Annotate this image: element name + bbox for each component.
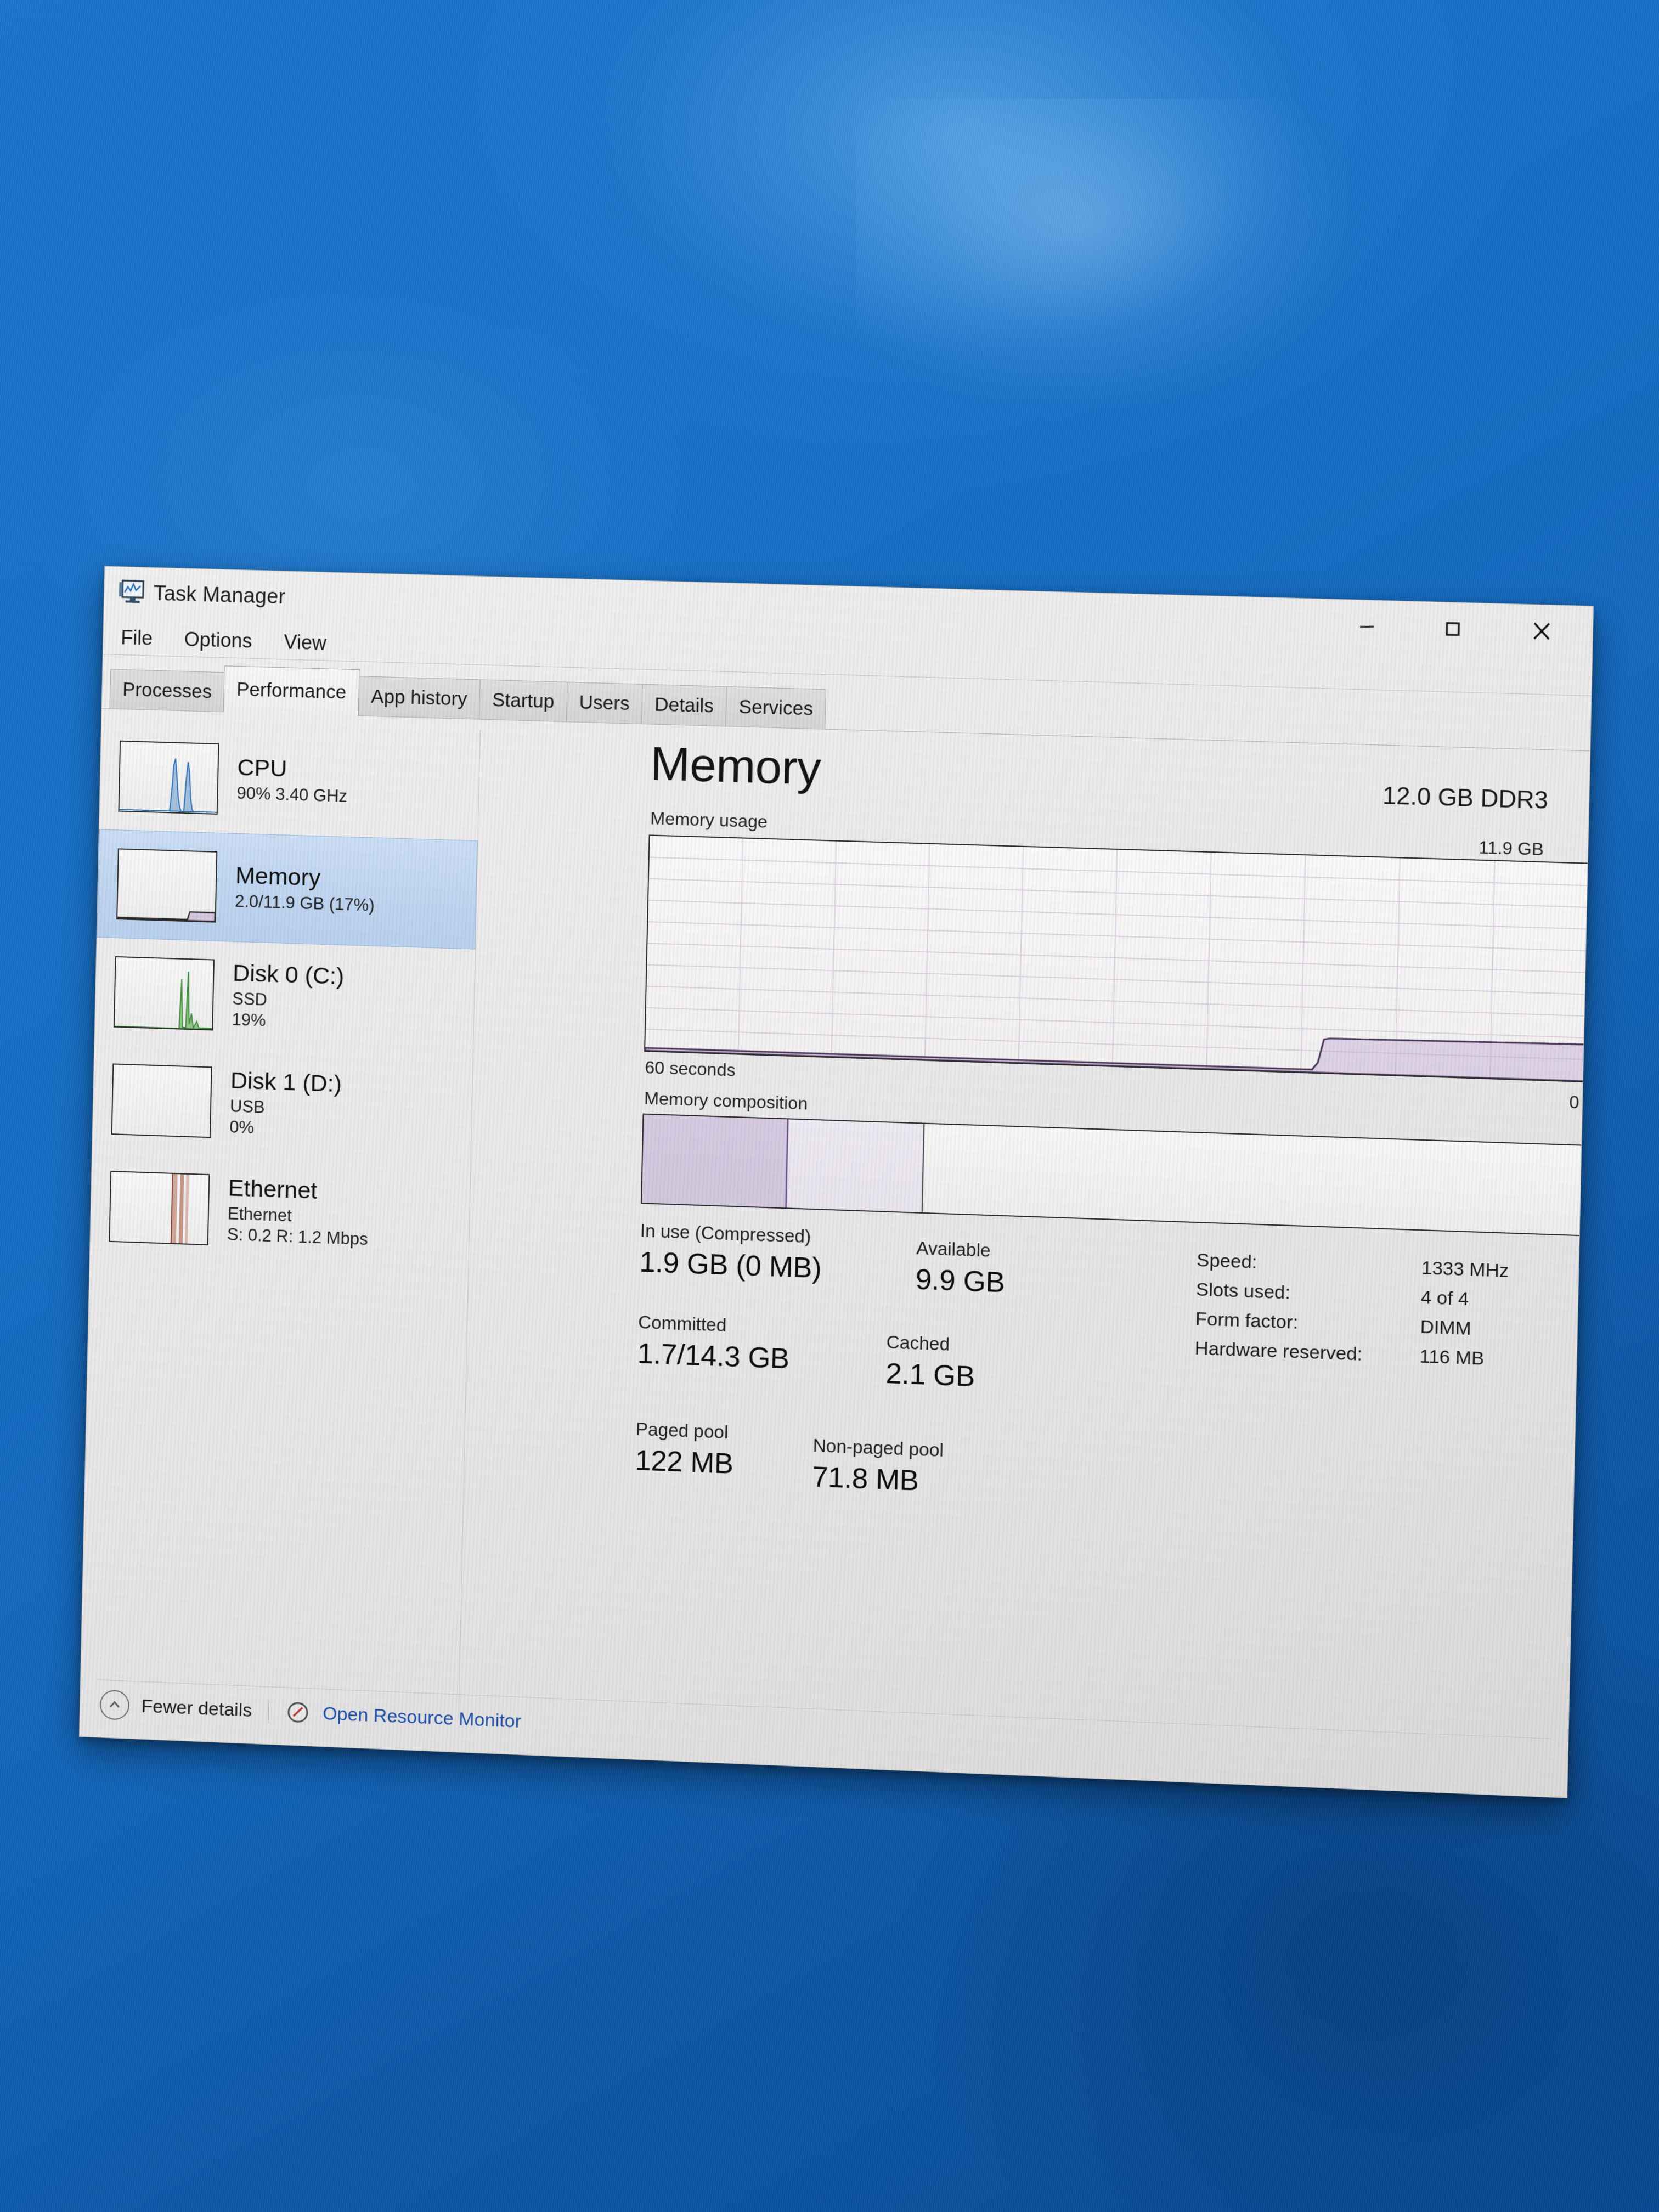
stat-paged-pool-value: 122 MB [635, 1444, 733, 1481]
memory-specs: Speed: 1333 MHz Slots used: 4 of 4 Form … [1194, 1250, 1557, 1380]
close-button[interactable] [1510, 612, 1574, 650]
stat-non-paged-pool-value: 71.8 MB [812, 1460, 943, 1498]
stat-cached: Cached 2.1 GB [885, 1331, 976, 1393]
sidebar-disk1-type: USB [230, 1097, 342, 1120]
stat-available-value: 9.9 GB [915, 1263, 1005, 1299]
maximize-button[interactable] [1420, 610, 1485, 648]
memory-stats: In use (Compressed) 1.9 GB (0 MB) Availa… [640, 1220, 1141, 1238]
tab-app-history[interactable]: App history [358, 676, 480, 719]
stat-committed: Committed 1.7/14.3 GB [637, 1312, 790, 1376]
sidebar-ethernet-rates: S: 0.2 R: 1.2 Mbps [227, 1225, 368, 1249]
task-manager-icon [119, 579, 146, 605]
open-resource-monitor-link[interactable]: Open Resource Monitor [323, 1703, 522, 1733]
sidebar-item-ethernet[interactable]: Ethernet Ethernet S: 0.2 R: 1.2 Mbps [90, 1152, 471, 1273]
sidebar-memory-stats: 2.0/11.9 GB (17%) [235, 892, 375, 916]
memory-composition-label: Memory composition [644, 1088, 808, 1114]
stat-non-paged-pool: Non-paged pool 71.8 MB [812, 1435, 944, 1499]
spec-speed-value: 1333 MHz [1421, 1257, 1509, 1282]
page-title: Memory [650, 737, 821, 797]
graph-time-range: 60 seconds [645, 1057, 736, 1081]
tab-startup[interactable]: Startup [479, 679, 567, 722]
sidebar-disk0-type: SSD [232, 990, 344, 1012]
ethernet-thumbnail-graph [109, 1171, 210, 1245]
sidebar-item-disk-1[interactable]: Disk 1 (D:) USB 0% [92, 1045, 473, 1165]
sidebar-ethernet-name: Ethernet [228, 1177, 369, 1206]
spec-speed-label: Speed: [1197, 1250, 1422, 1279]
minimize-button[interactable] [1335, 607, 1398, 646]
sidebar-ethernet-type: Ethernet [227, 1205, 368, 1229]
sidebar-memory-name: Memory [235, 864, 375, 893]
sidebar-item-cpu[interactable]: CPU 90% 3.40 GHz [99, 722, 480, 840]
spec-slots-value: 4 of 4 [1420, 1287, 1469, 1311]
chevron-up-icon[interactable] [99, 1690, 129, 1720]
spec-slots-label: Slots used: [1196, 1279, 1421, 1308]
stat-available: Available 9.9 GB [915, 1238, 1006, 1300]
memory-capacity: 12.0 GB DDR3 [1383, 782, 1549, 815]
sidebar-cpu-name: CPU [237, 756, 348, 783]
cpu-thumbnail-graph [118, 741, 219, 815]
sidebar-cpu-stats: 90% 3.40 GHz [236, 784, 347, 806]
task-manager-window: Task Manager File Options View Processes… [79, 566, 1594, 1798]
tab-users[interactable]: Users [566, 682, 643, 724]
resource-monitor-icon [285, 1699, 311, 1725]
disk1-thumbnail-graph [111, 1063, 212, 1138]
disk0-thumbnail-graph [114, 956, 215, 1031]
memory-usage-graph[interactable] [644, 834, 1591, 1082]
spec-hardware-reserved-value: 116 MB [1419, 1346, 1485, 1370]
spec-row-speed: Speed: 1333 MHz [1197, 1250, 1558, 1284]
stat-in-use-value: 1.9 GB (0 MB) [639, 1246, 822, 1285]
stat-non-paged-pool-label: Non-paged pool [812, 1435, 944, 1461]
tab-processes[interactable]: Processes [110, 669, 225, 712]
memory-thumbnail-graph [116, 848, 217, 922]
sidebar-disk0-name: Disk 0 (C:) [233, 962, 345, 989]
stat-in-use: In use (Compressed) 1.9 GB (0 MB) [639, 1220, 822, 1285]
memory-usage-max: 11.9 GB [1479, 837, 1544, 860]
tab-performance[interactable]: Performance [223, 665, 359, 716]
sidebar-disk1-name: Disk 1 (D:) [230, 1069, 342, 1097]
menu-options[interactable]: Options [180, 627, 256, 654]
stat-cached-label: Cached [886, 1331, 975, 1356]
resource-sidebar: CPU 90% 3.40 GHz Memory 2.0/11.9 GB (17%… [80, 709, 480, 1752]
fewer-details-button[interactable]: Fewer details [141, 1695, 252, 1721]
memory-detail-panel: Memory 12.0 GB DDR3 Memory usage 11.9 GB [463, 720, 1590, 1798]
sidebar-disk0-usage: 19% [232, 1011, 343, 1033]
sidebar-item-disk-0[interactable]: Disk 0 (C:) SSD 19% [94, 938, 475, 1057]
tab-details[interactable]: Details [641, 684, 727, 727]
sidebar-item-memory[interactable]: Memory 2.0/11.9 GB (17%) [97, 829, 478, 949]
spec-form-factor-value: DIMM [1420, 1316, 1471, 1340]
memory-composition-bar[interactable] [641, 1114, 1585, 1237]
spec-form-factor-label: Form factor: [1195, 1308, 1420, 1338]
menu-file[interactable]: File [117, 625, 156, 651]
memory-usage-label: Memory usage [650, 808, 768, 832]
spec-row-form-factor: Form factor: DIMM [1195, 1308, 1556, 1343]
window-title: Task Manager [153, 582, 285, 609]
stat-committed-label: Committed [638, 1312, 791, 1338]
sidebar-disk1-usage: 0% [229, 1118, 341, 1141]
menu-view[interactable]: View [280, 629, 330, 656]
stat-paged-pool-label: Paged pool [636, 1419, 735, 1443]
stat-paged-pool: Paged pool 122 MB [635, 1419, 734, 1481]
graph-zero-label: 0 [1569, 1092, 1579, 1113]
stat-committed-value: 1.7/14.3 GB [637, 1337, 789, 1375]
spec-row-hardware-reserved: Hardware reserved: 116 MB [1194, 1338, 1555, 1372]
stat-available-label: Available [916, 1238, 1006, 1262]
stat-cached-value: 2.1 GB [885, 1357, 975, 1393]
footer-separator [268, 1699, 269, 1723]
stat-in-use-label: In use (Compressed) [640, 1220, 822, 1248]
spec-hardware-reserved-label: Hardware reserved: [1194, 1338, 1420, 1367]
spec-row-slots: Slots used: 4 of 4 [1196, 1279, 1557, 1313]
tab-services[interactable]: Services [725, 686, 826, 730]
